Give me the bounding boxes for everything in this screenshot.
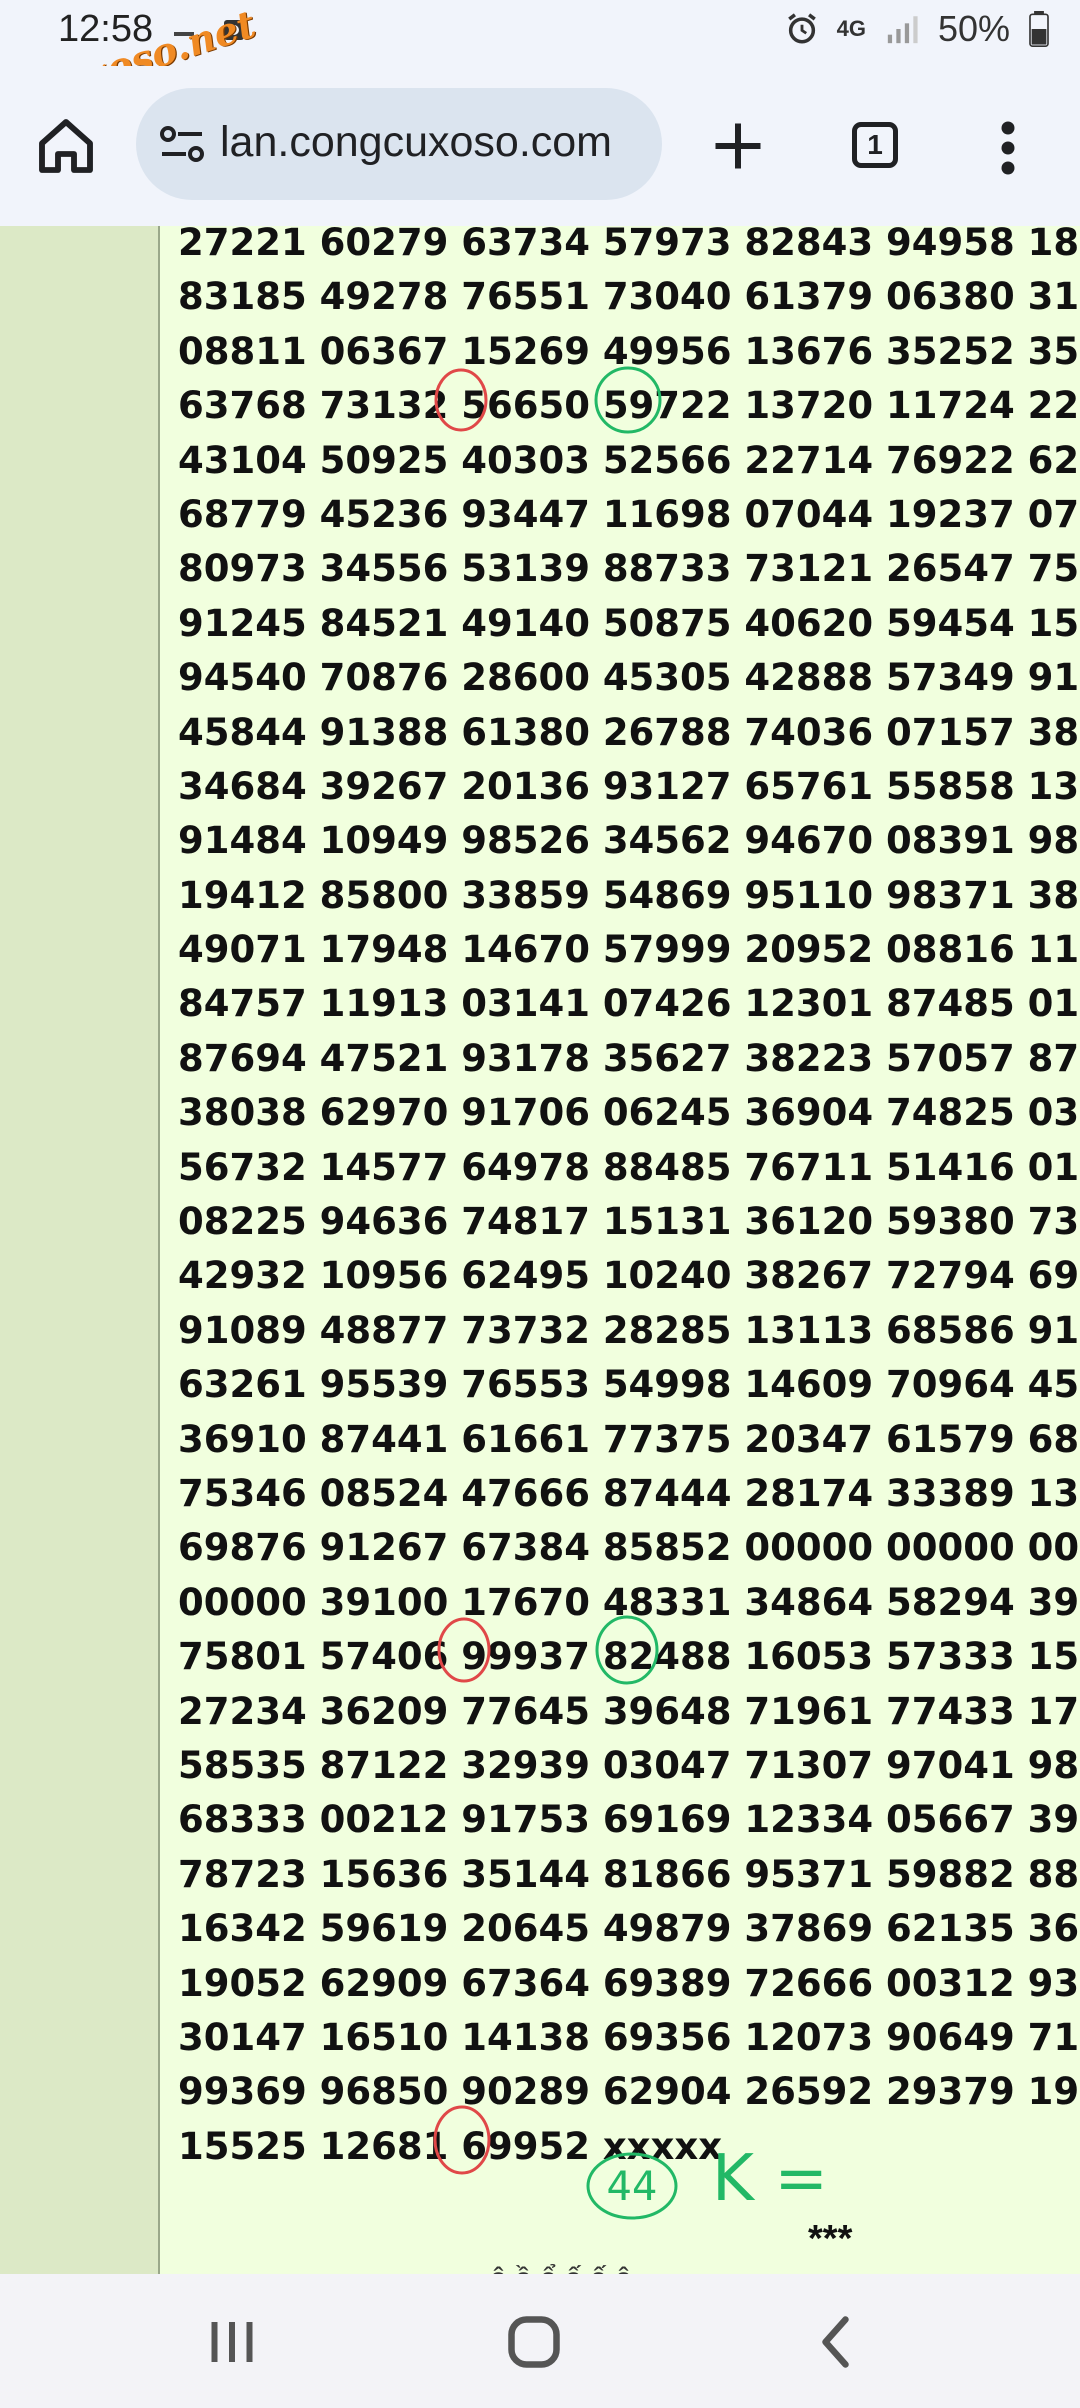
- number-row: 75801 57406 99937 82488 16053 57333 1554…: [178, 1635, 1080, 1679]
- number-row: 19052 62909 67364 69389 72666 00312 9337…: [178, 1961, 1080, 2005]
- number-row: 36910 87441 61661 77375 20347 61579 6827…: [178, 1417, 1080, 1461]
- more-options-icon[interactable]: [998, 118, 1018, 178]
- number-table: 27221 60279 63734 57973 82843 94958 1844…: [160, 226, 1080, 2274]
- number-lines: 27221 60279 63734 57973 82843 94958 1844…: [178, 226, 1080, 2174]
- number-row: 58535 87122 32939 03047 71307 97041 9835…: [178, 1743, 1080, 1787]
- web-content: 27221 60279 63734 57973 82843 94958 1844…: [0, 226, 1080, 2274]
- network-type: 4G: [836, 16, 866, 41]
- number-row: 30147 16510 14138 69356 12073 90649 7139…: [178, 2015, 1080, 2059]
- status-bar: 12:58 4G 50% webxoso.net: [0, 0, 1080, 124]
- alarm-icon: [787, 13, 816, 44]
- number-row: 56732 14577 64978 88485 76711 51416 0124…: [178, 1145, 1080, 1189]
- back-icon[interactable]: [808, 2312, 868, 2372]
- number-row: 94540 70876 28600 45305 42888 57349 9191…: [178, 656, 1080, 700]
- number-row: 16342 59619 20645 49879 37869 62135 3690…: [178, 1907, 1080, 1951]
- number-row: 38038 62970 91706 06245 36904 74825 0325…: [178, 1091, 1080, 1135]
- home-icon[interactable]: [34, 114, 98, 178]
- number-row: 27221 60279 63734 57973 82843 94958 1844…: [178, 226, 1080, 264]
- number-row: 27234 36209 77645 39648 71961 77433 1763…: [178, 1689, 1080, 1733]
- number-row: 68333 00212 91753 69169 12334 05667 3939…: [178, 1798, 1080, 1842]
- number-row: 91484 10949 98526 34562 94670 08391 9837…: [178, 819, 1080, 863]
- number-row: 83185 49278 76551 73040 61379 06380 3118…: [178, 275, 1080, 319]
- number-row: 19412 85800 33859 54869 95110 98371 3842…: [178, 873, 1080, 917]
- left-column: [0, 226, 160, 2274]
- new-tab-icon[interactable]: [708, 116, 768, 176]
- number-row: 34684 39267 20136 93127 65761 55858 1348…: [178, 764, 1080, 808]
- number-row: 63261 95539 76553 54998 14609 70964 4581…: [178, 1363, 1080, 1407]
- battery-icon: [1029, 11, 1049, 47]
- url-text[interactable]: lan.congcuxoso.com: [220, 118, 650, 167]
- number-row: 91089 48877 73732 28285 13113 68586 9113…: [178, 1308, 1080, 1352]
- number-row: 84757 11913 03141 07426 12301 87485 0171…: [178, 982, 1080, 1026]
- address-bar[interactable]: lan.congcuxoso.com: [136, 88, 662, 200]
- home-nav-icon[interactable]: [504, 2312, 564, 2372]
- number-row: 91245 84521 49140 50875 40620 59454 1501…: [178, 601, 1080, 645]
- recent-apps-icon[interactable]: [202, 2312, 262, 2372]
- number-row: 69876 91267 67384 85852 00000 00000 0000…: [178, 1526, 1080, 1570]
- battery-percent: 50%: [937, 8, 1010, 49]
- number-row: 45844 91388 61380 26788 74036 07157 3805…: [178, 710, 1080, 754]
- site-settings-icon[interactable]: [158, 122, 206, 166]
- signal-icon: [887, 16, 918, 44]
- stars-text: ***: [808, 2218, 853, 2260]
- navigation-bar: [0, 2274, 1080, 2408]
- number-row: 80973 34556 53139 88733 73121 26547 7518…: [178, 547, 1080, 591]
- number-row: 87694 47521 93178 35627 38223 57057 8736…: [178, 1036, 1080, 1080]
- number-row: 08811 06367 15269 49956 13676 35252 3590…: [178, 329, 1080, 373]
- number-row: 42932 10956 62495 10240 38267 72794 6961…: [178, 1254, 1080, 1298]
- number-row: 15525 12681 69952 xxxxx: [178, 2124, 723, 2168]
- number-row: 99369 96850 90289 62904 26592 29379 1998…: [178, 2070, 1080, 2114]
- browser-toolbar: lan.congcuxoso.com 1: [0, 66, 1080, 226]
- number-row: 43104 50925 40303 52566 22714 76922 6277…: [178, 438, 1080, 482]
- status-right: 4G 50%: [785, 8, 1050, 50]
- number-row: 75346 08524 47666 87444 28174 33389 1330…: [178, 1471, 1080, 1515]
- tab-switcher-button[interactable]: 1: [852, 122, 898, 168]
- number-row: 68779 45236 93447 11698 07044 19237 0728…: [178, 492, 1080, 536]
- number-row: 63768 73132 56650 59722 13720 11724 2236…: [178, 384, 1080, 428]
- number-row: 49071 17948 14670 57999 20952 08816 1187…: [178, 928, 1080, 972]
- number-row: 78723 15636 35144 81866 95371 59882 8827…: [178, 1852, 1080, 1896]
- number-row: 08225 94636 74817 15131 36120 59380 7375…: [178, 1200, 1080, 1244]
- number-row: 00000 39100 17670 48331 34864 58294 3990…: [178, 1580, 1080, 1624]
- cutoff-text: ê ề ể ế ế ê: [490, 2262, 632, 2274]
